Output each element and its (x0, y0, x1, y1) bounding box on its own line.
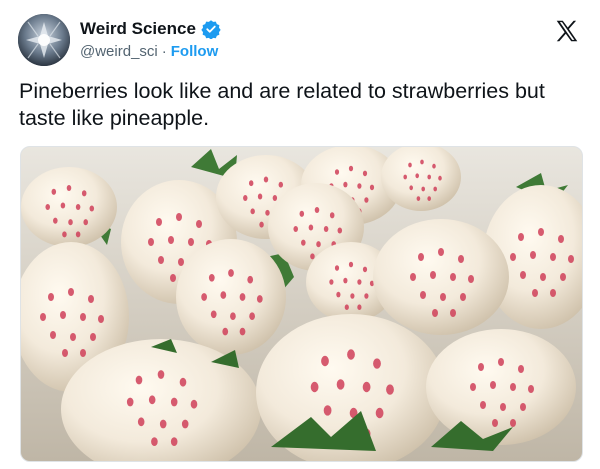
separator-dot: · (161, 43, 167, 60)
tweet-card: Weird Science @weird_sci · Follow Pinebe… (0, 0, 600, 469)
follow-button[interactable]: Follow (171, 43, 219, 60)
avatar[interactable] (18, 14, 70, 66)
tweet-photo[interactable] (20, 146, 583, 462)
tweet-text: Pineberries look like and are related to… (19, 79, 545, 130)
author-block: Weird Science @weird_sci · Follow (80, 18, 221, 60)
tweet-header: Weird Science @weird_sci · Follow (18, 12, 584, 68)
display-name[interactable]: Weird Science (80, 19, 196, 39)
handle[interactable]: @weird_sci (80, 43, 158, 60)
handle-row: @weird_sci · Follow (80, 43, 221, 60)
name-row: Weird Science (80, 18, 221, 40)
verified-badge-icon (201, 19, 221, 40)
x-logo-icon[interactable] (554, 18, 580, 44)
